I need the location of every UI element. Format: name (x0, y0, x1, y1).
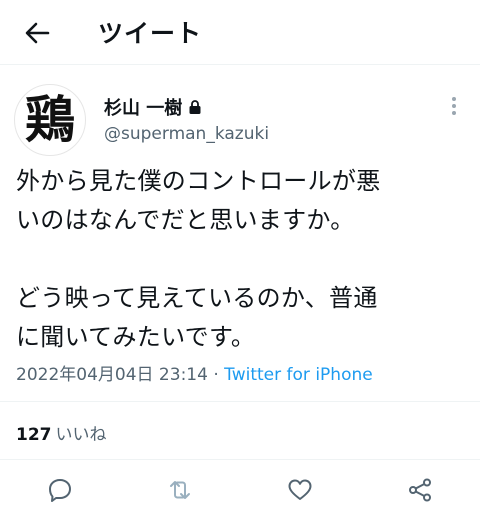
stats-divider (0, 459, 480, 460)
tweet-actions (0, 470, 480, 510)
tweet-timestamp[interactable]: 2022年04月04日 23:14 (16, 365, 208, 385)
tweet-text-line: どう映って見えているのか、普通 (16, 284, 378, 312)
header-bar: ツイート (0, 0, 480, 64)
tweet-source-link[interactable]: Twitter for iPhone (224, 365, 373, 385)
lock-icon (189, 100, 201, 114)
tweet-text: 外から見た僕のコントロールが悪 いのはなんでだと思いますか。 どう映って見えてい… (16, 162, 472, 357)
share-icon[interactable] (406, 476, 434, 504)
likes-count: 127 (16, 425, 52, 445)
heart-icon[interactable] (286, 476, 314, 504)
likes-stat[interactable]: 127 いいね (16, 420, 107, 445)
tweet-text-line: いのはなんでだと思いますか。 (16, 206, 355, 234)
author-handle[interactable]: @superman_kazuki (104, 124, 269, 144)
page-title: ツイート (98, 19, 203, 48)
tweet-text-line: 外から見た僕のコントロールが悪 (16, 167, 381, 195)
arrow-left-icon[interactable] (22, 18, 52, 48)
tweet-text-blank-line (16, 240, 472, 279)
tweet-meta: 2022年04月04日 23:14 · Twitter for iPhone (16, 360, 373, 385)
author-name-row: 杉山 一樹 (104, 94, 202, 120)
meta-divider (0, 401, 480, 402)
header-divider (0, 64, 480, 65)
likes-label: いいね (55, 425, 107, 445)
more-vertical-icon[interactable] (444, 94, 464, 118)
meta-separator: · (213, 365, 219, 385)
avatar-glyph: 鶏 (25, 90, 75, 149)
tweet-text-line: に聞いてみたいです。 (16, 323, 256, 351)
reply-icon[interactable] (46, 476, 74, 504)
avatar[interactable]: 鶏 (14, 84, 86, 156)
author-display-name[interactable]: 杉山 一樹 (104, 94, 182, 120)
retweet-icon[interactable] (166, 476, 194, 504)
